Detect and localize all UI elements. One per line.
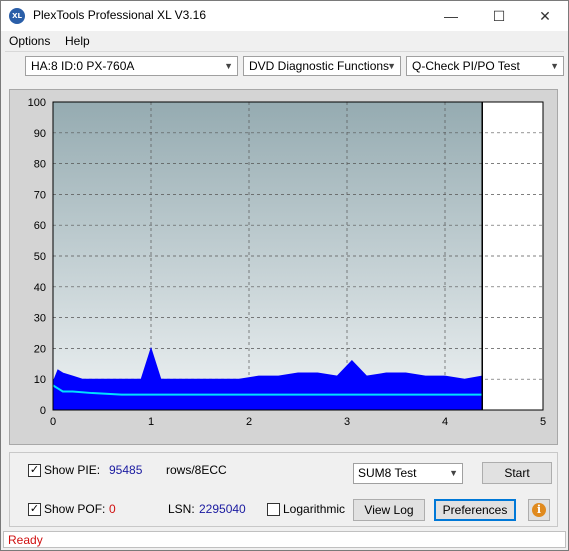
window-title: PlexTools Professional XL V3.16 [33,8,206,22]
show-pie-checkbox[interactable]: ✓ [28,464,41,477]
chevron-down-icon: ▼ [449,468,458,478]
lsn-value: 2295040 [199,502,246,516]
title-bar: XL PlexTools Professional XL V3.16 — ☐ ✕ [1,1,568,31]
chevron-down-icon: ▼ [224,61,233,71]
x-tick-label: 1 [148,416,154,428]
drive-select-value: HA:8 ID:0 PX-760A [31,59,135,73]
x-tick-label: 4 [442,416,448,428]
drive-select[interactable]: HA:8 ID:0 PX-760A ▼ [25,56,238,76]
show-pof-label: Show POF: [44,502,106,516]
info-icon: i [532,503,546,517]
main-window: XL PlexTools Professional XL V3.16 — ☐ ✕… [0,0,569,551]
y-tick-label: 50 [34,251,46,263]
show-pie-label: Show PIE: [44,463,101,477]
y-tick-label: 10 [34,374,46,386]
y-tick-label: 30 [34,313,46,325]
y-tick-label: 0 [40,405,46,417]
x-tick-label: 2 [246,416,252,428]
x-tick-label: 5 [540,416,546,428]
sum-test-value: SUM8 Test [358,466,417,480]
logarithmic-label: Logarithmic [283,502,346,516]
results-panel: ✓ Show PIE: 95485 rows/8ECC SUM8 Test ▼ … [9,452,558,527]
pipo-chart: 0 10 20 30 40 50 60 70 80 90 100 0 1 2 3 4 5 [28,97,546,428]
function-select-value: DVD Diagnostic Functions [249,59,390,73]
y-tick-label: 40 [34,282,46,294]
status-bar: Ready [3,531,566,548]
logarithmic-checkbox[interactable] [267,503,280,516]
y-tick-label: 80 [34,159,46,171]
chevron-down-icon: ▼ [550,61,559,71]
y-tick-label: 20 [34,343,46,355]
sum-test-select[interactable]: SUM8 Test ▼ [353,463,463,484]
show-pof-checkbox[interactable]: ✓ [28,503,41,516]
close-button[interactable]: ✕ [522,1,568,31]
pie-value: 95485 [109,463,143,477]
info-button[interactable]: i [528,499,550,521]
app-logo-icon: XL [9,8,25,24]
minimize-button[interactable]: — [428,1,474,31]
y-tick-label: 70 [34,189,46,201]
menu-options[interactable]: Options [9,34,50,48]
start-button[interactable]: Start [482,462,552,484]
menu-help[interactable]: Help [65,34,90,48]
preferences-button[interactable]: Preferences [434,499,516,521]
chevron-down-icon: ▼ [387,61,396,71]
y-tick-label: 60 [34,220,46,232]
test-select-value: Q-Check PI/PO Test [412,59,520,73]
y-tick-label: 90 [34,128,46,140]
menu-bar: Options Help [1,31,568,51]
x-tick-label: 0 [50,416,56,428]
pof-value: 0 [109,502,116,516]
chart-frame: 0 10 20 30 40 50 60 70 80 90 100 0 1 2 3 4 5 [9,89,558,445]
y-tick-label: 100 [28,97,46,109]
x-tick-label: 3 [344,416,350,428]
view-log-button[interactable]: View Log [353,499,425,521]
maximize-button[interactable]: ☐ [476,1,522,31]
status-text: Ready [8,533,43,547]
test-select[interactable]: Q-Check PI/PO Test ▼ [406,56,564,76]
lsn-label: LSN: [168,502,195,516]
rows-label: rows/8ECC [166,463,227,477]
toolbar-divider [5,51,564,52]
function-select[interactable]: DVD Diagnostic Functions ▼ [243,56,401,76]
